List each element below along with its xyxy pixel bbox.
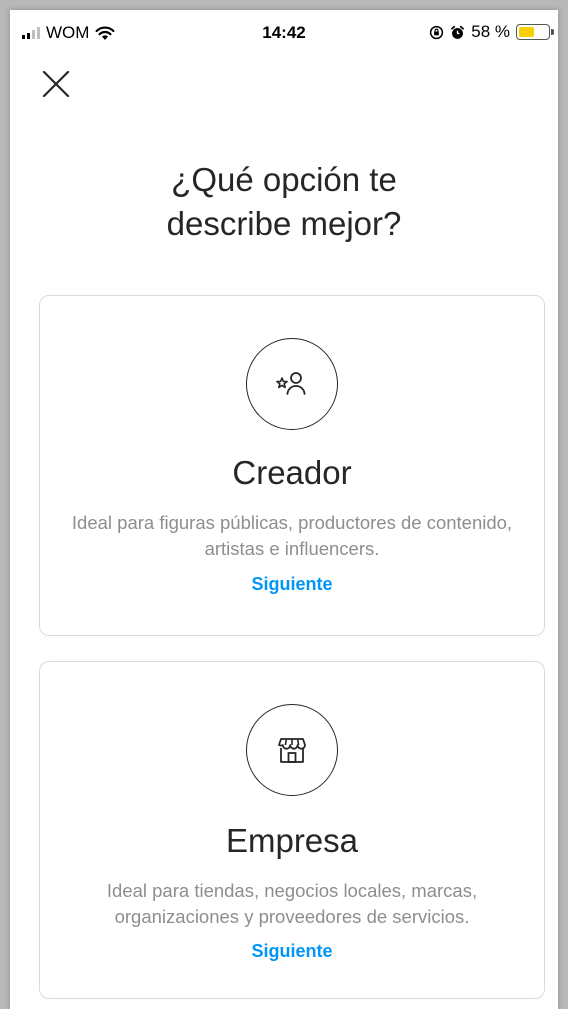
business-icon-circle [246, 704, 338, 796]
business-option-card[interactable]: Empresa Ideal para tiendas, negocios loc… [39, 661, 545, 999]
page-title-line-2: describe mejor? [166, 205, 402, 242]
storefront-icon [278, 738, 306, 763]
orientation-lock-icon [430, 25, 444, 39]
creator-star-person-icon [276, 372, 306, 395]
business-title: Empresa [225, 822, 359, 859]
close-button[interactable] [38, 66, 74, 102]
screen: WOM 14:42 58 % ¿Qué opción te describe m… [10, 10, 558, 1009]
business-next-button[interactable]: Siguiente [40, 941, 544, 962]
creator-next-button[interactable]: Siguiente [40, 574, 544, 595]
page-title: ¿Qué opción te describe mejor? [10, 158, 558, 246]
creator-icon-circle [246, 338, 338, 430]
battery-percent: 58 % [471, 22, 510, 41]
battery-icon [516, 24, 554, 40]
creator-option-card[interactable]: Creador Ideal para figuras públicas, pro… [39, 295, 545, 636]
creator-title: Creador [232, 454, 352, 491]
page-title-line-1: ¿Qué opción te [171, 161, 397, 198]
close-icon [42, 70, 70, 98]
creator-description: Ideal para figuras públicas, productores… [71, 512, 513, 559]
business-description: Ideal para tiendas, negocios locales, ma… [106, 880, 478, 927]
status-bar: WOM 14:42 58 % [10, 10, 558, 52]
alarm-icon [451, 25, 465, 39]
status-right: 58 % [429, 22, 554, 42]
